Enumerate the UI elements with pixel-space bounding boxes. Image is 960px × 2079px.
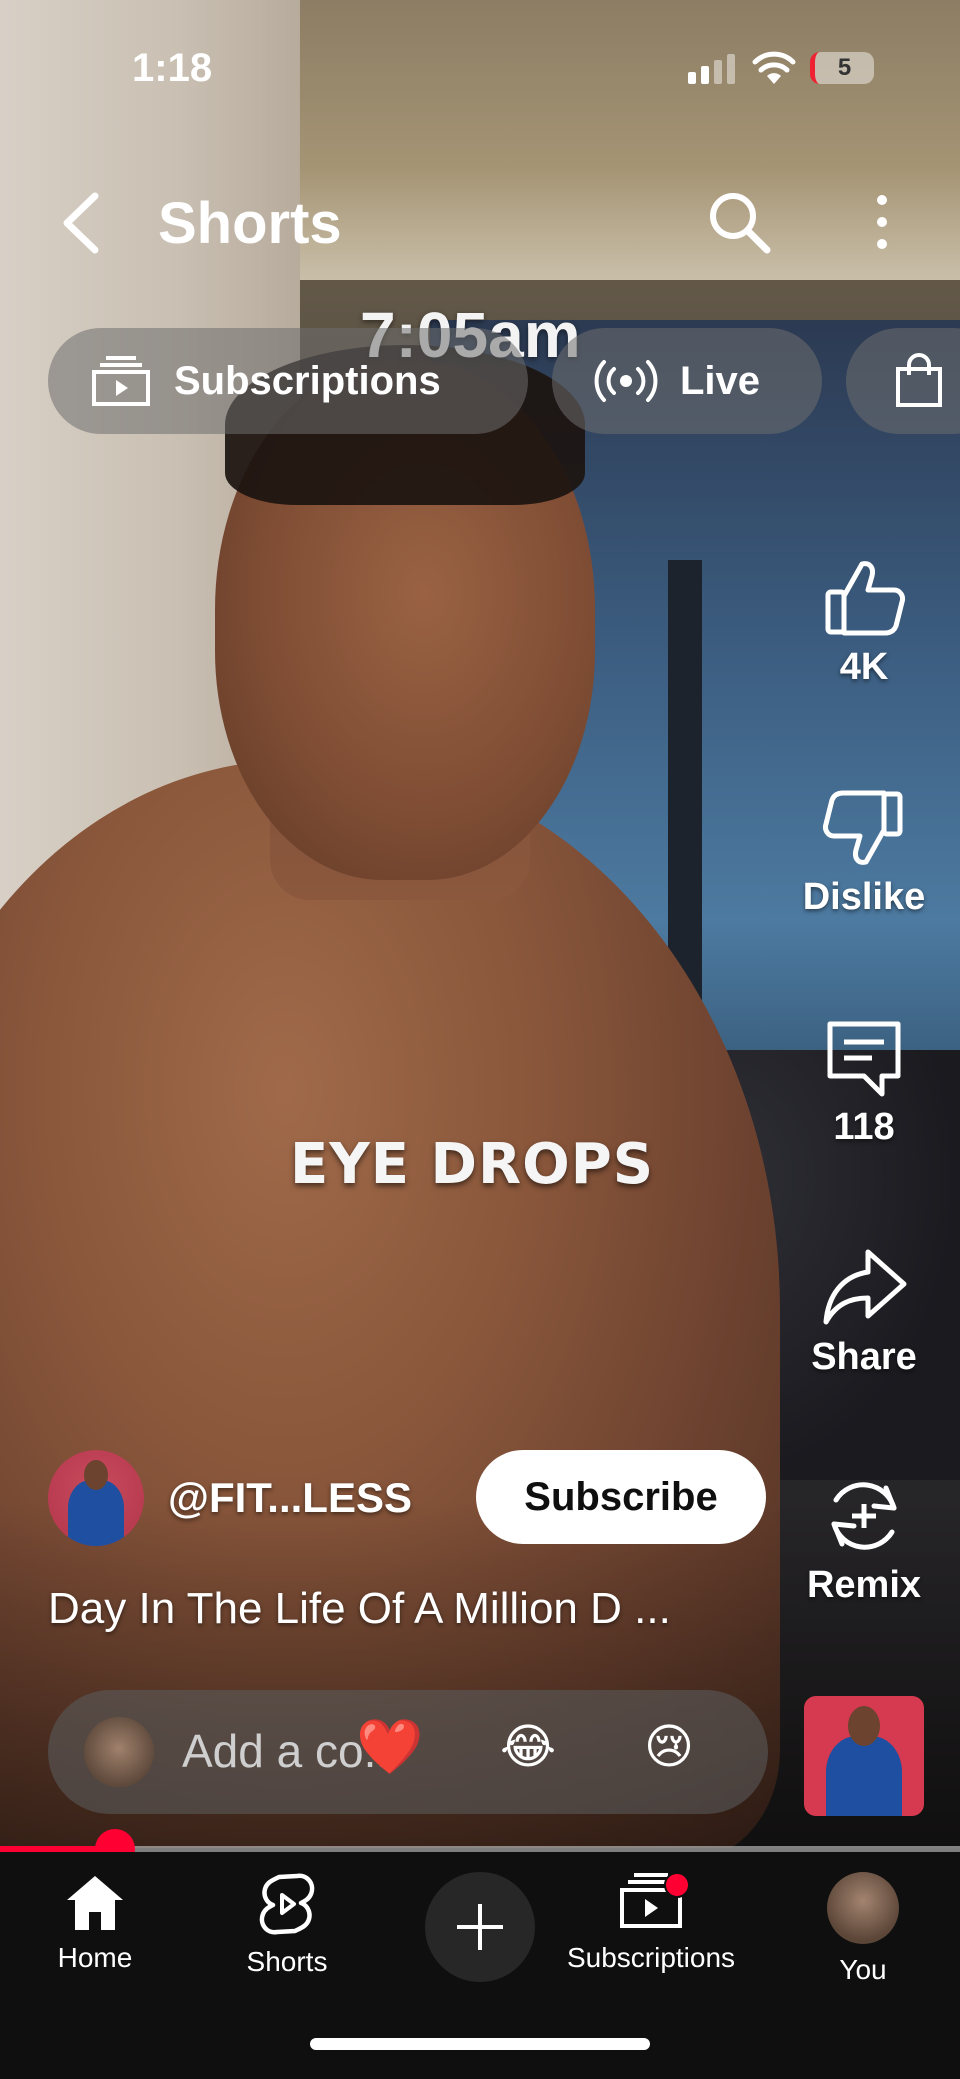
channel-name[interactable]: @FIT...LESS (168, 1474, 412, 1522)
share-icon (823, 1249, 907, 1325)
chip-subscriptions[interactable]: Subscriptions (48, 328, 528, 434)
like-button[interactable]: 4K (784, 556, 944, 689)
dislike-button[interactable]: Dislike (784, 786, 944, 919)
chip-live[interactable]: Live (552, 328, 822, 434)
battery-indicator: 5 (810, 52, 874, 84)
user-avatar (84, 1717, 154, 1787)
remix-label: Remix (806, 1564, 922, 1606)
cry-emoji-button[interactable]: 😢 (644, 1724, 694, 1772)
nav-you[interactable]: You (778, 1872, 948, 1986)
thumbs-up-icon (825, 561, 905, 636)
video-title[interactable]: Day In The Life Of A Million D ... (48, 1584, 671, 1634)
dislike-label: Dislike (802, 876, 926, 918)
heart-emoji-button[interactable]: ❤️ (356, 1720, 423, 1774)
notification-dot (664, 1872, 690, 1898)
status-time: 1:18 (132, 46, 213, 90)
joy-emoji-button[interactable]: 😂 (500, 1724, 556, 1772)
shorts-icon (259, 1873, 315, 1935)
cellular-signal-icon (688, 54, 735, 84)
back-arrow-icon[interactable] (55, 188, 105, 258)
subscriptions-icon (92, 356, 150, 406)
nav-label: You (839, 1954, 887, 1985)
thumbnail-face (848, 1706, 880, 1746)
comment-icon (827, 1021, 901, 1097)
shopping-bag-icon (896, 353, 942, 407)
page-title: Shorts (158, 191, 342, 256)
home-indicator (310, 2038, 650, 2050)
nav-home[interactable]: Home (10, 1872, 180, 1974)
like-count: 4K (839, 646, 889, 688)
remix-icon (831, 1482, 897, 1550)
nav-label: Home (57, 1942, 133, 1973)
add-comment-bar[interactable]: Add a co... ❤️ 😂 😢 (48, 1690, 768, 1814)
nav-shorts[interactable]: Shorts (202, 1872, 372, 1978)
avatar-face (84, 1460, 108, 1490)
wifi-icon (752, 51, 796, 84)
home-icon (67, 1876, 123, 1930)
nav-label: Shorts (246, 1946, 328, 1977)
share-label: Share (811, 1336, 917, 1378)
chip-label: Subscriptions (174, 358, 441, 403)
video-caption-text: EYE DROPS (290, 1132, 655, 1197)
thumbs-down-icon (823, 790, 903, 865)
live-icon (594, 360, 658, 402)
create-button[interactable] (425, 1872, 535, 1982)
share-button[interactable]: Share (784, 1246, 944, 1379)
nav-subscriptions[interactable]: Subscriptions (566, 1872, 736, 1974)
remix-button[interactable]: Remix (784, 1474, 944, 1607)
subscribe-button[interactable]: Subscribe (476, 1450, 766, 1544)
more-vertical-icon[interactable] (868, 192, 896, 252)
thumbnail-figure (826, 1736, 902, 1816)
search-icon[interactable] (705, 188, 773, 256)
sound-thumbnail[interactable] (804, 1696, 924, 1816)
chip-shopping[interactable] (846, 328, 960, 434)
channel-avatar[interactable] (48, 1450, 144, 1546)
nav-label: Subscriptions (566, 1942, 736, 1973)
comments-button[interactable]: 118 (784, 1016, 944, 1149)
profile-avatar (827, 1872, 899, 1944)
chip-label: Live (680, 358, 761, 403)
comment-count: 118 (833, 1106, 895, 1148)
